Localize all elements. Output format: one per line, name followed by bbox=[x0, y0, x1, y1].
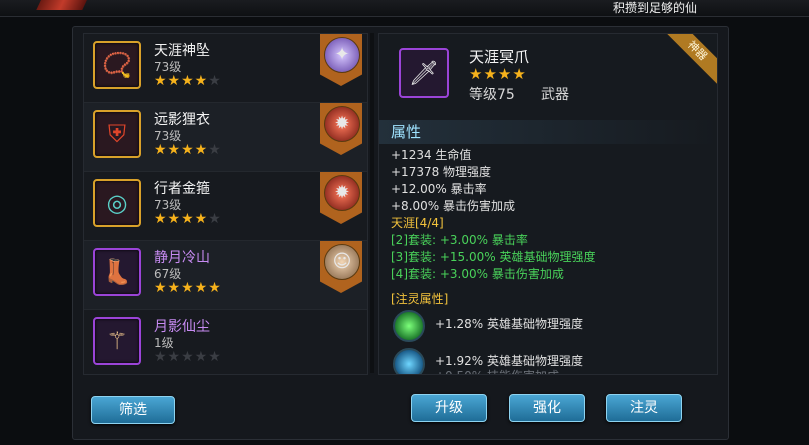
attr-line: +12.00% 暴击率 bbox=[391, 182, 487, 196]
equipment-item-2[interactable]: ⛨ 远影狸衣 73级 ★★★★★ ✹ bbox=[84, 103, 367, 172]
green-spirit-gem-icon bbox=[393, 310, 425, 342]
set-title: 天涯[4/4] bbox=[391, 216, 444, 230]
blue-spirit-gem-icon bbox=[393, 348, 425, 374]
ring-icon: ◎ bbox=[93, 179, 141, 227]
set-bonus: [3]套装: +15.00% 英雄基础物理强度 bbox=[391, 250, 596, 264]
item-name: 静月冷山 bbox=[154, 250, 210, 266]
panel-divider bbox=[370, 33, 374, 373]
attributes-title: 属性 bbox=[379, 120, 717, 144]
item-name: 远影狸衣 bbox=[154, 112, 210, 128]
item-stars: ★★★★★ bbox=[154, 142, 222, 158]
bearer-badge: ✹ bbox=[320, 172, 362, 224]
artifact-corner-badge: 神器 bbox=[660, 34, 717, 88]
equipment-item-1[interactable]: 📿 天涯神坠 73级 ★★★★★ ✦ bbox=[84, 34, 367, 103]
item-stars: ★★★★★ bbox=[154, 73, 222, 89]
pendant-icon: 📿 bbox=[93, 41, 141, 89]
equipment-item-5[interactable]: ⚚ 月影仙尘 1级 ★★★★★ bbox=[84, 310, 367, 378]
item-stars: ★★★★★ bbox=[154, 280, 222, 296]
robe-icon: ⚚ bbox=[93, 317, 141, 365]
equipment-item-4[interactable]: 👢 静月冷山 67级 ★★★★★ ☺ bbox=[84, 241, 367, 310]
equipment-list[interactable]: 📿 天涯神坠 73级 ★★★★★ ✦ ⛨ 远影狸衣 73级 ★★★★★ ✹ ◎ … bbox=[83, 33, 368, 375]
equipment-item-3[interactable]: ◎ 行者金箍 73级 ★★★★★ ✹ bbox=[84, 172, 367, 241]
bearer-badge: ☺ bbox=[320, 241, 362, 293]
upgrade-button[interactable]: 升级 bbox=[411, 394, 487, 422]
armor-icon: ⛨ bbox=[93, 110, 141, 158]
bearer-badge: ✹ bbox=[320, 103, 362, 155]
enhance-button[interactable]: 强化 bbox=[509, 394, 585, 422]
equipment-detail: 神器 🗡 天涯冥爪 ★★★★ 等级75 武器 属性 +1234 生命值 +173… bbox=[378, 33, 718, 375]
spirit-title: [注灵属性] bbox=[391, 292, 449, 306]
spirit-line-cutoff: +0.50% 技能伤害加成 bbox=[435, 367, 559, 374]
attr-line: +17378 物理强度 bbox=[391, 165, 492, 179]
top-bar: 积攒到足够的仙 bbox=[0, 0, 809, 17]
item-name: 天涯神坠 bbox=[154, 43, 210, 59]
filter-button[interactable]: 筛选 bbox=[91, 396, 175, 424]
spirit-line: +1.28% 英雄基础物理强度 bbox=[435, 317, 583, 331]
detail-level: 等级75 bbox=[469, 87, 515, 103]
hero-face-icon: ☺ bbox=[324, 244, 360, 280]
detail-stars: ★★★★ bbox=[469, 65, 527, 83]
set-bonus: [2]套装: +3.00% 暴击率 bbox=[391, 233, 528, 247]
top-message: 积攒到足够的仙 bbox=[612, 1, 697, 15]
detail-name: 天涯冥爪 bbox=[469, 48, 530, 66]
bearer-badge: ✦ bbox=[320, 34, 362, 86]
top-decoration bbox=[36, 0, 90, 10]
item-name: 行者金箍 bbox=[154, 181, 210, 197]
item-stars: ★★★★★ bbox=[154, 349, 222, 365]
attr-line: +8.00% 暴击伤害加成 bbox=[391, 199, 515, 213]
boots-icon: 👢 bbox=[93, 248, 141, 296]
moon-orb-icon: ✦ bbox=[324, 37, 360, 73]
red-beast-icon: ✹ bbox=[324, 106, 360, 142]
detail-type: 武器 bbox=[541, 87, 569, 103]
red-beast-icon: ✹ bbox=[324, 175, 360, 211]
attr-line: +1234 生命值 bbox=[391, 148, 472, 162]
infuse-button[interactable]: 注灵 bbox=[606, 394, 682, 422]
claw-weapon-icon: 🗡 bbox=[399, 48, 449, 98]
item-stars: ★★★★★ bbox=[154, 211, 222, 227]
set-bonus: [4]套装: +3.00% 暴击伤害加成 bbox=[391, 267, 564, 281]
item-name: 月影仙尘 bbox=[154, 319, 210, 335]
